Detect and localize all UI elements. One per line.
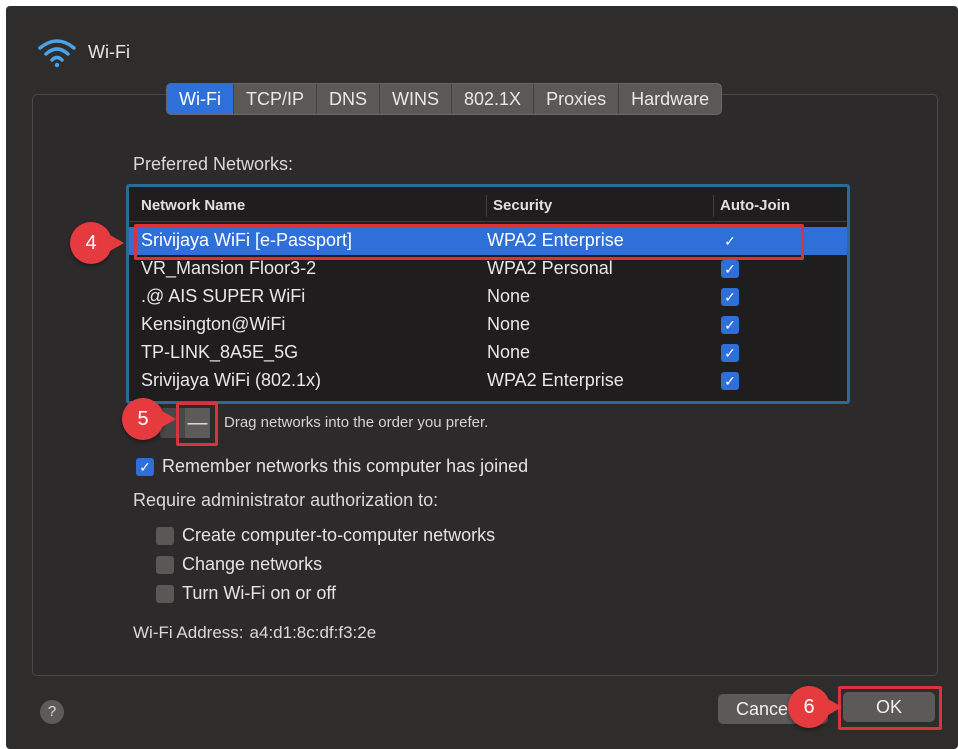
table-row[interactable]: .@ AIS SUPER WiFi None ✓	[129, 283, 847, 311]
tab-hardware[interactable]: Hardware	[619, 84, 721, 114]
tab-wifi[interactable]: Wi-Fi	[167, 84, 234, 114]
tab-8021x[interactable]: 802.1X	[452, 84, 535, 114]
create-networks-option[interactable]: Create computer-to-computer networks	[156, 525, 495, 546]
network-name: Srivijaya WiFi [e-Passport]	[141, 230, 353, 250]
network-name: .@ AIS SUPER WiFi	[141, 286, 306, 306]
column-security[interactable]: Security	[486, 195, 552, 217]
network-name: Srivijaya WiFi (802.1x)	[141, 370, 322, 390]
network-name: VR_Mansion Floor3-2	[141, 258, 317, 278]
table-row[interactable]: Kensington@WiFi None ✓	[129, 311, 847, 339]
network-name: TP-LINK_8A5E_5G	[141, 342, 299, 362]
network-security: WPA2 Enterprise	[487, 370, 624, 390]
network-security: None	[487, 314, 531, 334]
remove-network-button[interactable]: —	[185, 408, 210, 438]
tab-tcpip[interactable]: TCP/IP	[234, 84, 317, 114]
step5-number: 5	[137, 408, 149, 430]
toggle-wifi-label: Turn Wi-Fi on or off	[182, 583, 337, 603]
change-networks-label: Change networks	[182, 554, 323, 574]
column-network-name[interactable]: Network Name	[141, 191, 245, 221]
toggle-wifi-option[interactable]: Turn Wi-Fi on or off	[156, 583, 336, 604]
tab-proxies[interactable]: Proxies	[534, 84, 620, 114]
auto-join-checkbox[interactable]: ✓	[721, 260, 739, 278]
window-header: Wi-Fi	[36, 36, 130, 68]
preferred-networks-label: Preferred Networks:	[133, 154, 294, 174]
step5-badge: 5	[122, 398, 176, 440]
help-button[interactable]: ?	[40, 700, 64, 724]
auto-join-checkbox[interactable]: ✓	[721, 232, 739, 250]
change-networks-checkbox[interactable]	[156, 555, 174, 574]
network-security: None	[487, 342, 531, 362]
table-row[interactable]: TP-LINK_8A5E_5G None ✓	[129, 339, 847, 367]
table-row[interactable]: Srivijaya WiFi [e-Passport] WPA2 Enterpr…	[129, 227, 847, 255]
network-name: Kensington@WiFi	[141, 314, 286, 334]
create-networks-checkbox[interactable]	[156, 526, 174, 545]
toggle-wifi-checkbox[interactable]	[156, 584, 174, 603]
column-auto-join[interactable]: Auto-Join	[713, 195, 790, 217]
auto-join-checkbox[interactable]: ✓	[721, 316, 739, 334]
remember-networks-checkbox[interactable]: ✓	[136, 457, 154, 476]
network-security: WPA2 Enterprise	[487, 230, 624, 250]
change-networks-option[interactable]: Change networks	[156, 554, 322, 575]
remember-networks-label: Remember networks this computer has join…	[162, 456, 529, 476]
table-row[interactable]: VR_Mansion Floor3-2 WPA2 Personal ✓	[129, 255, 847, 283]
network-security: None	[487, 286, 531, 306]
preferred-networks-table[interactable]: Network Name Security Auto-Join Srivijay…	[126, 184, 850, 404]
wifi-icon	[38, 39, 76, 68]
step6-badge: 6	[788, 686, 842, 728]
auto-join-checkbox[interactable]: ✓	[721, 288, 739, 306]
tab-wins[interactable]: WINS	[380, 84, 453, 114]
tab-dns[interactable]: DNS	[317, 84, 381, 114]
wifi-address-value: a4:d1:8c:df:f3:2e	[249, 623, 377, 642]
create-networks-label: Create computer-to-computer networks	[182, 525, 496, 545]
network-security: WPA2 Personal	[487, 258, 613, 278]
auto-join-checkbox[interactable]: ✓	[721, 372, 739, 390]
step6-number: 6	[803, 696, 815, 718]
ok-button[interactable]: OK	[843, 692, 935, 722]
drag-hint-text: Drag networks into the order you prefer.	[224, 414, 489, 431]
wifi-address-label: Wi-Fi Address:	[133, 623, 244, 642]
step4-badge: 4	[70, 222, 124, 264]
auto-join-checkbox[interactable]: ✓	[721, 344, 739, 362]
window-title: Wi-Fi	[88, 41, 130, 62]
remember-networks-option[interactable]: ✓ Remember networks this computer has jo…	[136, 456, 528, 477]
table-header: Network Name Security Auto-Join	[129, 191, 847, 222]
tab-bar: Wi-Fi TCP/IP DNS WINS 802.1X Proxies Har…	[166, 83, 723, 115]
step4-number: 4	[85, 232, 97, 254]
wifi-address: Wi-Fi Address: a4:d1:8c:df:f3:2e	[133, 623, 376, 643]
table-row[interactable]: Srivijaya WiFi (802.1x) WPA2 Enterprise …	[129, 367, 847, 395]
require-admin-label: Require administrator authorization to:	[133, 490, 439, 510]
